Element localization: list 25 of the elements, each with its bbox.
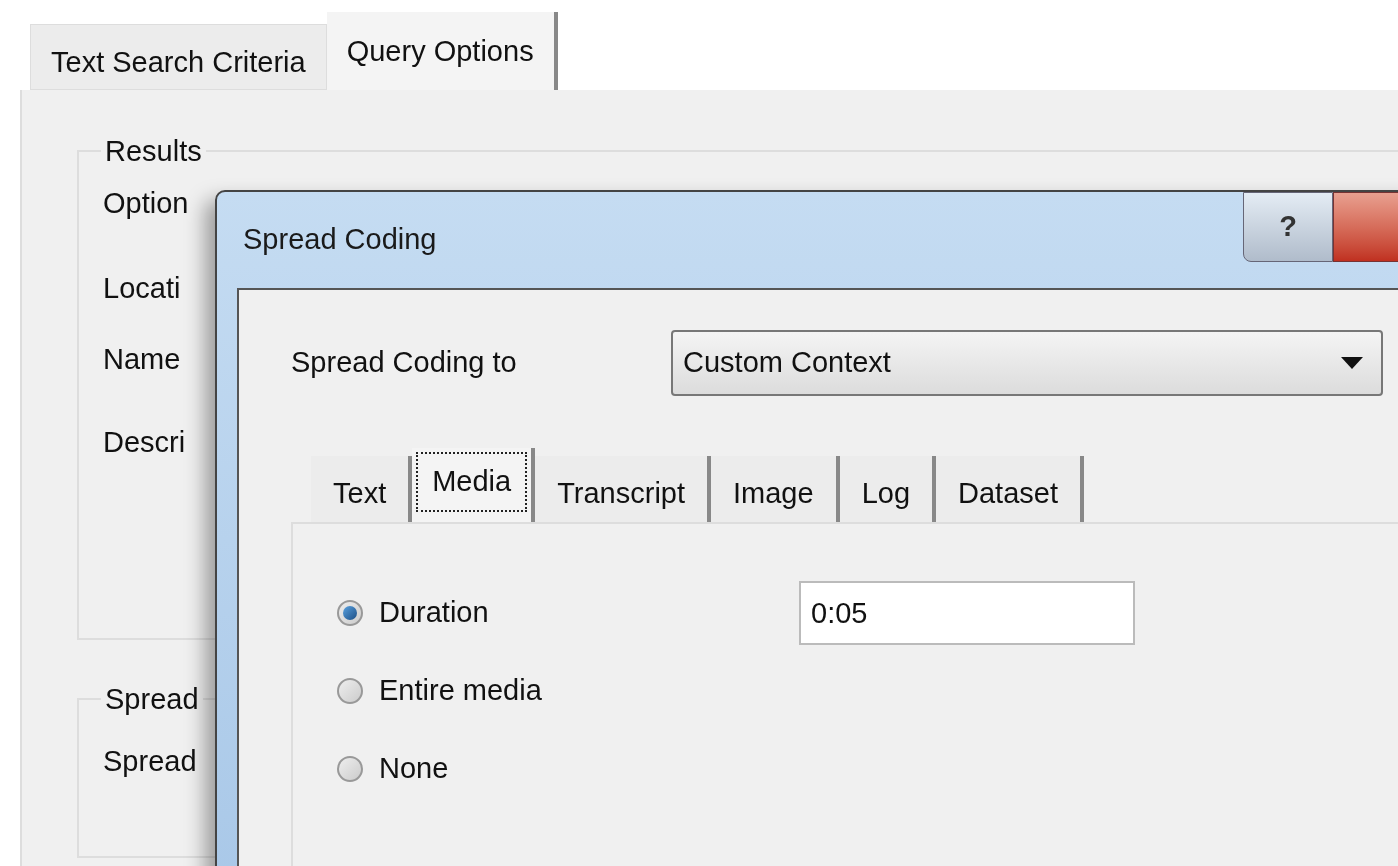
radio-label: Entire media — [379, 673, 543, 709]
spread-coding-label: Spread Coding to — [291, 345, 518, 381]
dropdown-arrow-icon — [1341, 357, 1363, 369]
context-dropdown[interactable]: Custom Context — [671, 330, 1383, 396]
radio-button[interactable] — [337, 678, 363, 704]
tab[interactable]: Text Search Criteria — [30, 24, 327, 90]
tab[interactable]: Query Options — [326, 12, 558, 90]
field-label: Descri — [103, 425, 186, 460]
dialog-title: Spread Coding — [243, 222, 437, 258]
field-label: Option — [103, 186, 189, 221]
radio-label: None — [379, 751, 450, 787]
field-label: Locati — [103, 271, 181, 306]
radio-label: Duration — [379, 595, 490, 631]
radio-button[interactable] — [337, 756, 363, 782]
field-label: Name — [103, 342, 181, 377]
tab[interactable]: Transcript — [535, 456, 712, 522]
tab[interactable]: Text — [311, 456, 413, 522]
duration-field[interactable]: 0:05 — [799, 581, 1135, 645]
tab[interactable]: Dataset — [936, 456, 1084, 522]
field-label: Spread — [103, 744, 197, 779]
help-button[interactable]: ? — [1243, 192, 1333, 262]
tab[interactable]: Log — [839, 456, 937, 522]
radio-button[interactable] — [337, 600, 363, 626]
tab[interactable]: Image — [711, 456, 840, 522]
tab[interactable]: Media — [412, 448, 536, 522]
